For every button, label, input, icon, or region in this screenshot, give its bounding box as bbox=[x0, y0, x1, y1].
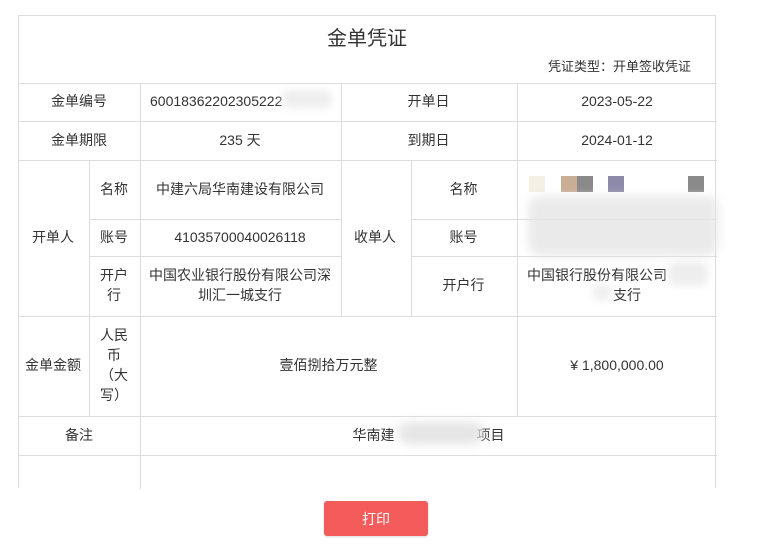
redaction-pixel bbox=[577, 176, 593, 192]
label-number: 金单编号 bbox=[51, 93, 107, 109]
value-receiver-account bbox=[517, 218, 717, 255]
label-issuer-bank-wrap: 开户行 bbox=[88, 255, 140, 315]
label-rmb-upper: 人民币（大写） bbox=[100, 327, 128, 403]
label-rmb-upper-wrap: 人民币（大写） bbox=[88, 315, 140, 415]
label-receiver-account: 账号 bbox=[449, 228, 478, 245]
label-receiver: 收单人 bbox=[354, 229, 396, 245]
redaction-blur bbox=[398, 422, 484, 444]
voucher-type-label: 凭证类型：开单签收凭证 bbox=[547, 59, 691, 74]
voucher-title: 金单凭证 bbox=[327, 28, 407, 50]
redaction-pixel bbox=[561, 176, 577, 192]
grid-line bbox=[19, 455, 717, 456]
label-issue-date: 开单日 bbox=[407, 93, 450, 109]
print-button[interactable]: 打印 bbox=[324, 501, 428, 536]
label-receiver-name: 名称 bbox=[449, 180, 478, 197]
label-issuer: 开单人 bbox=[32, 229, 74, 245]
receiver-bank-line2: 支行 bbox=[613, 287, 641, 303]
label-term: 金单期限 bbox=[51, 131, 107, 148]
value-amount-number: ¥ 1,800,000.00 bbox=[570, 357, 664, 373]
value-amount-upper: 壹佰捌拾万元整 bbox=[279, 357, 378, 373]
label-amount: 金单金额 bbox=[25, 357, 81, 373]
value-term: 235 天 bbox=[219, 131, 261, 148]
label-due-date: 到期日 bbox=[407, 131, 450, 148]
value-issuer-bank: 中国农业银行股份有限公司深圳汇一城支行 bbox=[149, 267, 331, 303]
redaction-blur bbox=[592, 284, 612, 300]
value-issuer-name: 中建六局华南建设有限公司 bbox=[156, 180, 324, 197]
label-remark: 备注 bbox=[65, 426, 93, 443]
label-issuer-name: 名称 bbox=[100, 180, 128, 197]
value-due-date: 2024-01-12 bbox=[581, 131, 653, 148]
label-issuer-bank: 开户行 bbox=[100, 267, 128, 303]
label-receiver-bank: 开户行 bbox=[442, 277, 485, 293]
receiver-bank-line1: 中国银行股份有限公司 bbox=[527, 267, 667, 283]
redaction-blur bbox=[668, 262, 708, 286]
redaction-blur bbox=[282, 90, 332, 108]
redaction-pixel bbox=[688, 176, 704, 192]
redaction-pixel bbox=[608, 176, 624, 192]
value-issue-date: 2023-05-22 bbox=[581, 93, 653, 109]
label-issuer-account: 账号 bbox=[100, 228, 128, 245]
redaction-pixel bbox=[529, 176, 545, 192]
remark-prefix: 华南建 bbox=[352, 426, 395, 443]
value-issuer-account: 41035700040026118 bbox=[174, 228, 306, 245]
